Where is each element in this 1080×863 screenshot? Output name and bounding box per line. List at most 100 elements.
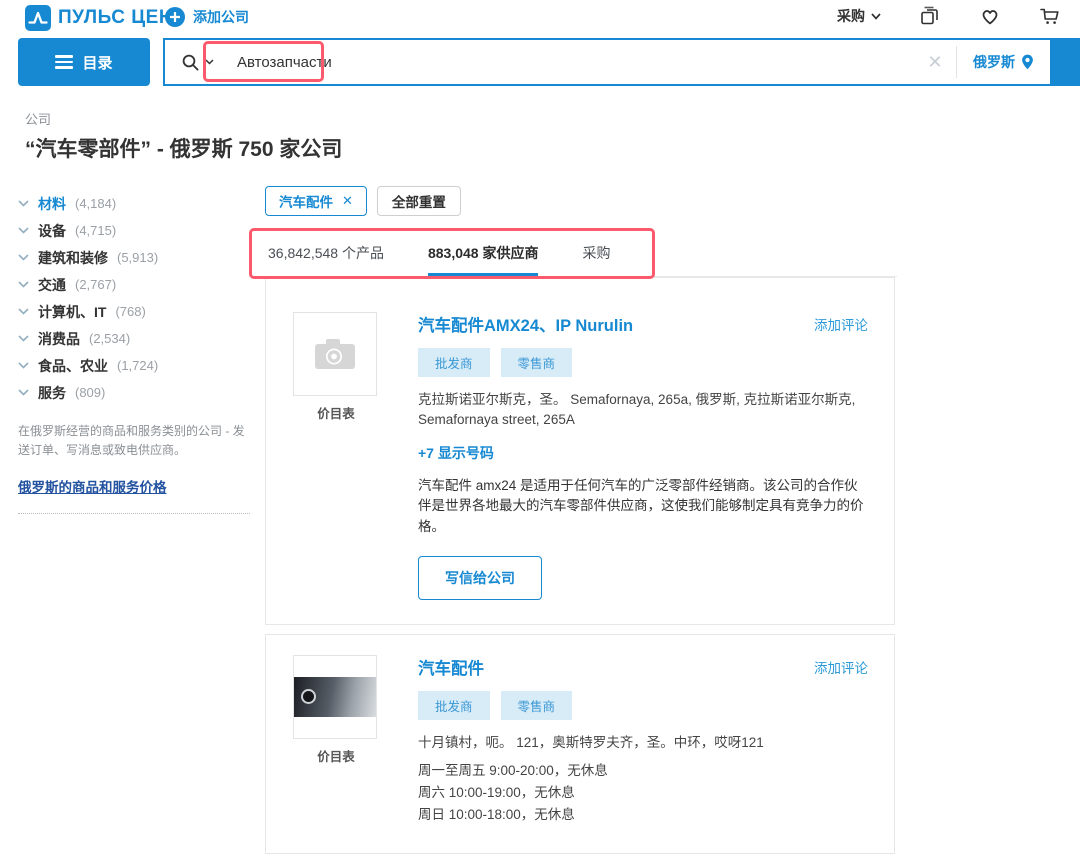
category-label: 食品、农业 — [38, 356, 108, 376]
sidebar-item-food-agriculture[interactable]: 食品、农业 (1,724) — [18, 352, 255, 379]
chevron-down-icon — [18, 254, 29, 261]
company-badges: 批发商 零售商 — [418, 348, 866, 377]
sidebar-item-consumer-goods[interactable]: 消费品 (2,534) — [18, 325, 255, 352]
schedule-line: 周日 10:00-18:00，无休息 — [418, 804, 866, 826]
category-sidebar: 材料 (4,184) 设备 (4,715) 建筑和装修 (5,913) 交通 (… — [18, 190, 255, 514]
breadcrumb[interactable]: 公司 — [25, 109, 51, 128]
show-phone-link[interactable]: +7 显示号码 — [418, 443, 494, 463]
company-photo[interactable] — [293, 655, 377, 739]
chevron-down-icon — [18, 227, 29, 234]
company-card: 添加评论 价目表 汽车配件 批发商 零售商 十月镇村，呃。 121，奥斯特罗夫齐… — [265, 634, 895, 854]
hamburger-icon — [55, 52, 73, 72]
company-photo-placeholder[interactable] — [293, 312, 377, 396]
schedule-line: 周六 10:00-19:00，无休息 — [418, 782, 866, 804]
price-list-link[interactable]: 价目表 — [293, 746, 379, 765]
sidebar-item-computers-it[interactable]: 计算机、IT (768) — [18, 298, 255, 325]
page-title: “汽车零部件” - 俄罗斯 750 家公司 — [25, 133, 342, 163]
sidebar-item-services[interactable]: 服务 (809) — [18, 379, 255, 406]
add-company-button[interactable]: 添加公司 — [165, 7, 249, 27]
add-company-label: 添加公司 — [193, 7, 249, 27]
sidebar-note: 在俄罗斯经营的商品和服务类别的公司 - 发送订单、写消息或致电供应商。 — [18, 422, 255, 459]
catalog-button[interactable]: 目录 — [18, 38, 150, 86]
procurement-label: 采购 — [837, 6, 865, 26]
tab-suppliers[interactable]: 883,048 家供应商 — [428, 233, 539, 276]
site-logo[interactable]: ПУЛЬС ЦЕН — [25, 5, 173, 31]
badge-retailer: 零售商 — [501, 691, 573, 720]
category-count: (2,767) — [75, 277, 116, 292]
company-description: 汽车配件 amx24 是适用于任何汽车的广泛零部件经销商。该公司的合作伙伴是世界… — [418, 476, 866, 539]
search-bar: ✕ 俄罗斯 — [163, 38, 1080, 86]
search-type-dropdown[interactable] — [165, 40, 229, 84]
category-label: 服务 — [38, 383, 66, 403]
results-area: 汽车配件 ✕ 全部重置 36,842,548 个产品 883,048 家供应商 … — [265, 186, 897, 863]
category-count: (768) — [115, 304, 145, 319]
category-label: 计算机、IT — [38, 302, 106, 322]
category-label: 建筑和装修 — [38, 248, 108, 268]
schedule-line: 周一至周五 9:00-20:00，无休息 — [418, 760, 866, 782]
price-list-link[interactable]: 价目表 — [293, 403, 379, 422]
chevron-down-icon — [18, 200, 29, 207]
sidebar-divider — [18, 513, 250, 514]
add-review-link[interactable]: 添加评论 — [814, 657, 868, 677]
region-label: 俄罗斯 — [973, 52, 1015, 72]
prices-link[interactable]: 俄罗斯的商品和服务价格 — [18, 476, 167, 496]
search-input[interactable] — [229, 40, 914, 84]
plus-circle-icon — [165, 7, 185, 27]
company-card: 添加评论 价目表 汽车配件AMX24、IP Nurulin 批发商 零售商 — [265, 277, 895, 625]
category-count: (1,724) — [117, 358, 158, 373]
category-label: 设备 — [38, 221, 66, 241]
header-actions: 采购 — [837, 5, 1062, 27]
chevron-down-icon — [18, 308, 29, 315]
company-address: 十月镇村，呃。 121，奥斯特罗夫齐，圣。中环，哎呀121 — [418, 733, 866, 753]
compare-icon[interactable] — [919, 5, 941, 27]
badge-wholesaler: 批发商 — [418, 691, 490, 720]
sidebar-item-equipment[interactable]: 设备 (4,715) — [18, 217, 255, 244]
chip-label: 汽车配件 — [279, 191, 333, 211]
tab-procurement[interactable]: 采购 — [582, 233, 610, 276]
company-address: 克拉斯诺亚尔斯克，圣。 Semafornaya, 265a, 俄罗斯, 克拉斯诺… — [418, 390, 866, 431]
search-icon — [181, 53, 200, 72]
badge-retailer: 零售商 — [501, 348, 573, 377]
tab-products[interactable]: 36,842,548 个产品 — [268, 233, 384, 276]
chevron-down-icon — [205, 59, 214, 65]
chevron-down-icon — [18, 362, 29, 369]
category-count: (4,184) — [75, 196, 116, 211]
camera-icon — [313, 336, 357, 372]
chevron-down-icon — [18, 281, 29, 288]
sidebar-item-transport[interactable]: 交通 (2,767) — [18, 271, 255, 298]
logo-text: ПУЛЬС ЦЕН — [58, 7, 173, 29]
category-count: (4,715) — [75, 223, 116, 238]
chevron-down-icon — [871, 13, 881, 20]
sidebar-item-construction[interactable]: 建筑和装修 (5,913) — [18, 244, 255, 271]
chip-close-icon[interactable]: ✕ — [342, 193, 353, 209]
category-label: 材料 — [38, 194, 66, 214]
catalog-label: 目录 — [82, 52, 112, 73]
write-to-company-button[interactable]: 写信给公司 — [418, 556, 542, 600]
chevron-down-icon — [18, 389, 29, 396]
filter-chips: 汽车配件 ✕ 全部重置 — [265, 186, 897, 216]
map-pin-icon — [1021, 54, 1034, 70]
search-submit-button[interactable] — [1050, 40, 1078, 84]
company-title[interactable]: 汽车配件AMX24、IP Nurulin — [418, 312, 633, 336]
procurement-menu[interactable]: 采购 — [837, 6, 881, 26]
clear-search-icon[interactable]: ✕ — [914, 40, 956, 84]
category-count: (2,534) — [89, 331, 130, 346]
logo-pulse-icon — [25, 5, 51, 31]
reset-all-button[interactable]: 全部重置 — [377, 186, 461, 216]
filter-chip-auto-parts[interactable]: 汽车配件 ✕ — [265, 186, 367, 216]
category-label: 消费品 — [38, 329, 80, 349]
top-bar: ПУЛЬС ЦЕН 添加公司 采购 — [0, 0, 1080, 36]
add-review-link[interactable]: 添加评论 — [814, 314, 868, 334]
region-selector[interactable]: 俄罗斯 — [957, 40, 1050, 84]
category-count: (5,913) — [117, 250, 158, 265]
chevron-down-icon — [18, 335, 29, 342]
category-count: (809) — [75, 385, 105, 400]
company-title[interactable]: 汽车配件 — [418, 655, 484, 679]
category-label: 交通 — [38, 275, 66, 295]
badge-wholesaler: 批发商 — [418, 348, 490, 377]
schedule: 周一至周五 9:00-20:00，无休息 周六 10:00-19:00，无休息 … — [418, 760, 866, 827]
cart-icon[interactable] — [1039, 5, 1062, 27]
sidebar-item-materials[interactable]: 材料 (4,184) — [18, 190, 255, 217]
result-tabs: 36,842,548 个产品 883,048 家供应商 采购 — [265, 233, 897, 277]
favorites-heart-icon[interactable] — [979, 5, 1001, 27]
